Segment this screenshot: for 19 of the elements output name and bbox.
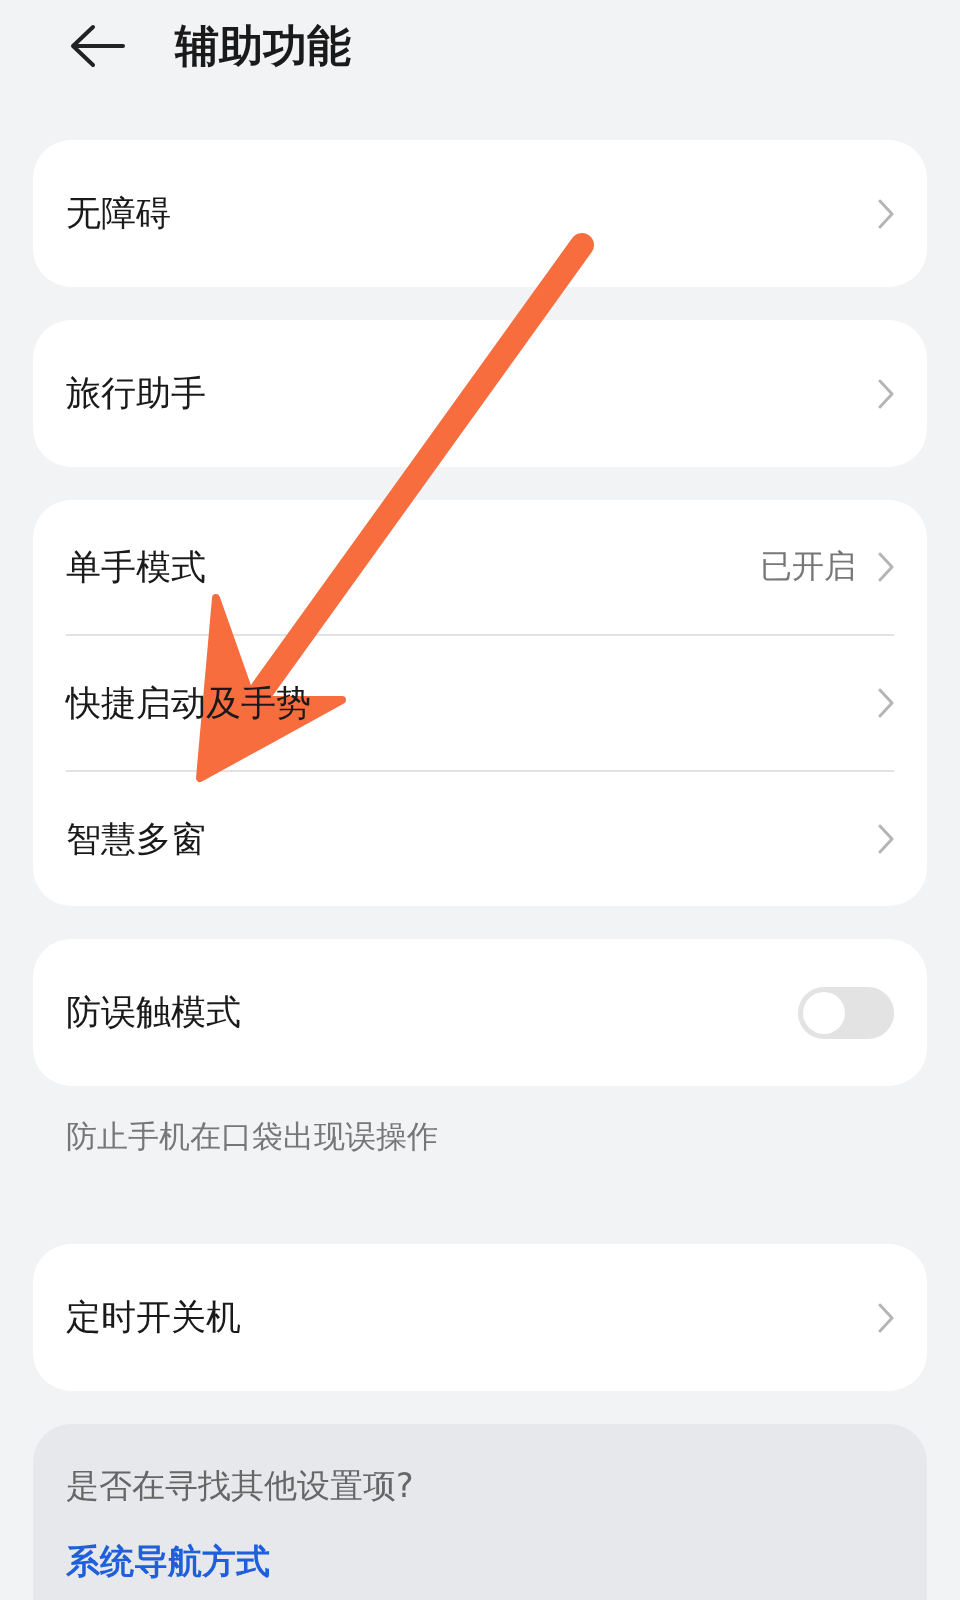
chevron-icon[interactable] bbox=[878, 552, 894, 582]
chevron-icon[interactable] bbox=[878, 688, 894, 718]
chevron-icon[interactable] bbox=[878, 198, 894, 229]
toggle-switch[interactable] bbox=[798, 986, 894, 1039]
page-title: 辅助功能 bbox=[175, 18, 351, 73]
setting-label[interactable]: 定时开关机 bbox=[66, 1294, 878, 1341]
setting-value: 已开启 bbox=[760, 546, 856, 587]
setting-label[interactable]: 单手模式 bbox=[66, 543, 760, 591]
setting-label[interactable]: 旅行助手 bbox=[66, 370, 878, 417]
chevron-icon[interactable] bbox=[878, 378, 894, 409]
back-icon[interactable] bbox=[69, 24, 125, 68]
chevron-icon[interactable] bbox=[878, 824, 894, 854]
setting-label[interactable]: 无障碍 bbox=[66, 190, 878, 237]
setting-description: 防止手机在口袋出现误操作 bbox=[65, 1117, 439, 1156]
chevron-icon[interactable] bbox=[878, 1302, 894, 1333]
suggestion-link[interactable]: 系统导航方式 bbox=[66, 1539, 270, 1585]
suggestion-question: 是否在寻找其他设置项? bbox=[66, 1465, 414, 1507]
setting-label[interactable]: 防误触模式 bbox=[66, 989, 798, 1036]
setting-label[interactable]: 智慧多窗 bbox=[66, 815, 878, 863]
